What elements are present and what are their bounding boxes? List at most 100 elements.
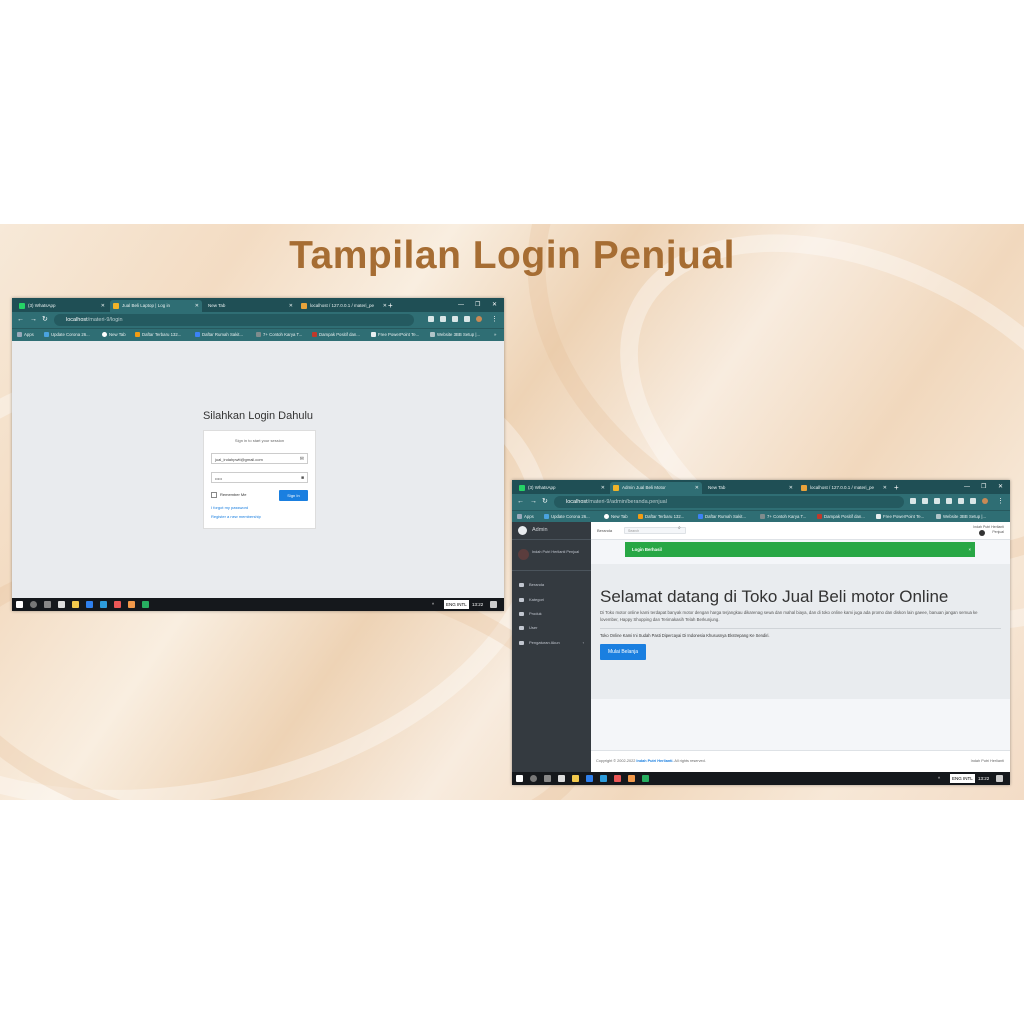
bookmark-item[interactable]: Website 3BB Setup |... <box>430 329 480 341</box>
close-window-icon[interactable]: ✕ <box>492 299 497 311</box>
navbar-user[interactable]: Indah Putri Herlianti Penjual <box>973 525 1004 534</box>
new-tab-button[interactable]: + <box>894 482 899 494</box>
browser-tab-active[interactable]: Admin Jual Beli Motor ✕ <box>610 482 702 494</box>
close-tab-icon[interactable]: ✕ <box>195 300 199 312</box>
maximize-icon[interactable]: ❐ <box>981 481 986 493</box>
task-view-icon[interactable] <box>544 775 551 782</box>
register-link[interactable]: Register a new membership <box>211 514 261 519</box>
file-explorer-icon[interactable] <box>72 601 79 608</box>
sign-in-button[interactable]: Sign In <box>279 490 308 501</box>
edge-icon[interactable] <box>600 775 607 782</box>
star-icon[interactable] <box>946 498 952 504</box>
store-icon[interactable] <box>58 601 65 608</box>
search-icon[interactable]: ⌕ <box>678 525 681 531</box>
bookmarks-overflow-icon[interactable]: » <box>494 329 496 341</box>
search-input[interactable]: Search <box>624 527 686 534</box>
language-indicator[interactable]: ENG INTL <box>444 600 469 609</box>
browser-tab-active[interactable]: Jual Beli Laptop | Log in ✕ <box>110 300 202 312</box>
back-icon[interactable]: ← <box>17 314 24 326</box>
browser-tab[interactable]: localhost / 127.0.0.1 / materi_pe ✕ <box>798 482 890 494</box>
language-indicator[interactable]: ENG INTL <box>950 774 975 783</box>
menu-dots-icon[interactable]: ⋮ <box>997 496 1004 508</box>
bookmark-item[interactable]: Free PowerPoint Te... <box>371 329 419 341</box>
browser-tab[interactable]: New Tab ✕ <box>204 300 296 312</box>
file-explorer-icon[interactable] <box>572 775 579 782</box>
extension-icon[interactable] <box>922 498 928 504</box>
url-field[interactable]: localhost/materi-9/admin/beranda.penjual <box>554 496 904 508</box>
tray-chevron-icon[interactable]: ^ <box>938 772 940 785</box>
clock[interactable]: 13:22 <box>472 598 483 611</box>
url-field[interactable]: localhost/materi-9/login <box>54 314 414 326</box>
close-window-icon[interactable]: ✕ <box>998 481 1003 493</box>
bookmark-item[interactable]: Daftar Terbaru 132... <box>135 329 181 341</box>
sidebar-user-panel[interactable]: Indah Putri Herlianti Penjual <box>512 540 591 571</box>
task-view-icon[interactable] <box>44 601 51 608</box>
close-tab-icon[interactable]: ✕ <box>289 300 293 312</box>
sidebar-item-produk[interactable]: Produk <box>512 608 591 620</box>
menu-dots-icon[interactable]: ⋮ <box>491 314 498 326</box>
forgot-password-link[interactable]: I forgot my password <box>211 505 248 510</box>
notification-icon[interactable] <box>996 775 1003 782</box>
mail-icon[interactable] <box>86 601 93 608</box>
reload-icon[interactable]: ↻ <box>42 314 48 326</box>
close-tab-icon[interactable]: ✕ <box>601 482 605 494</box>
maximize-icon[interactable]: ❐ <box>475 299 480 311</box>
bookmark-item[interactable]: Daftar Rumah Sakit... <box>195 329 243 341</box>
back-icon[interactable]: ← <box>517 496 524 508</box>
edge-icon[interactable] <box>100 601 107 608</box>
minimize-icon[interactable]: — <box>964 481 970 493</box>
extension-icon[interactable] <box>464 316 470 322</box>
bookmark-item[interactable]: Update Corona 26... <box>44 329 90 341</box>
search-icon[interactable] <box>530 775 537 782</box>
sidebar-item-pengaturan-akun[interactable]: Pengaturan Akun ‹ <box>512 637 591 649</box>
close-icon[interactable]: × <box>968 542 971 557</box>
forward-icon[interactable]: → <box>530 496 537 508</box>
profile-avatar-icon[interactable] <box>982 498 988 504</box>
bookmark-apps[interactable]: Apps <box>17 329 34 341</box>
notification-icon[interactable] <box>490 601 497 608</box>
search-icon[interactable] <box>440 316 446 322</box>
password-field[interactable]: ••••• ■ <box>211 472 308 483</box>
sidebar-item-kategori[interactable]: Kategori <box>512 594 591 606</box>
extension-icon[interactable] <box>428 316 434 322</box>
tray-chevron-icon[interactable]: ^ <box>432 598 434 611</box>
search-icon[interactable] <box>30 601 37 608</box>
new-tab-button[interactable]: + <box>388 300 393 312</box>
app-icon[interactable] <box>128 601 135 608</box>
remember-me-checkbox[interactable]: Remember Me <box>211 492 246 498</box>
sidebar-item-beranda[interactable]: Beranda <box>512 579 591 591</box>
browser-tab[interactable]: (3) WhatsApp ✕ <box>516 482 608 494</box>
app-icon[interactable] <box>614 775 621 782</box>
footer-brand-link[interactable]: Indah Putri Herlianti. <box>636 759 673 763</box>
minimize-icon[interactable]: — <box>458 299 464 311</box>
bookmark-item[interactable]: New Tab <box>102 329 126 341</box>
bookmark-item[interactable]: 7+ Contoh Karya T... <box>256 329 302 341</box>
nav-home-link[interactable]: Beranda <box>597 522 612 539</box>
chrome-icon[interactable] <box>142 601 149 608</box>
star-icon[interactable] <box>452 316 458 322</box>
app-icon[interactable] <box>628 775 635 782</box>
checkbox-box[interactable] <box>211 492 217 498</box>
start-shopping-button[interactable]: Mulai Belanja <box>600 644 646 660</box>
clock[interactable]: 13:22 <box>978 772 989 785</box>
sidebar-item-user[interactable]: User <box>512 622 591 634</box>
close-tab-icon[interactable]: ✕ <box>101 300 105 312</box>
browser-tab[interactable]: localhost / 127.0.0.1 / materi_pe ✕ <box>298 300 390 312</box>
key-icon[interactable] <box>910 498 916 504</box>
search-icon[interactable] <box>934 498 940 504</box>
forward-icon[interactable]: → <box>30 314 37 326</box>
close-tab-icon[interactable]: ✕ <box>383 300 387 312</box>
sidebar-brand[interactable]: Admin <box>512 522 591 540</box>
store-icon[interactable] <box>558 775 565 782</box>
close-tab-icon[interactable]: ✕ <box>695 482 699 494</box>
app-icon[interactable] <box>114 601 121 608</box>
bookmark-item[interactable]: Dampak Positif dan... <box>312 329 360 341</box>
close-tab-icon[interactable]: ✕ <box>883 482 887 494</box>
profile-avatar-icon[interactable] <box>476 316 482 322</box>
chrome-icon[interactable] <box>642 775 649 782</box>
browser-tab[interactable]: (3) WhatsApp ✕ <box>16 300 108 312</box>
windows-start-icon[interactable] <box>16 601 23 608</box>
close-tab-icon[interactable]: ✕ <box>789 482 793 494</box>
extension-icon[interactable] <box>958 498 964 504</box>
browser-tab[interactable]: New Tab ✕ <box>704 482 796 494</box>
